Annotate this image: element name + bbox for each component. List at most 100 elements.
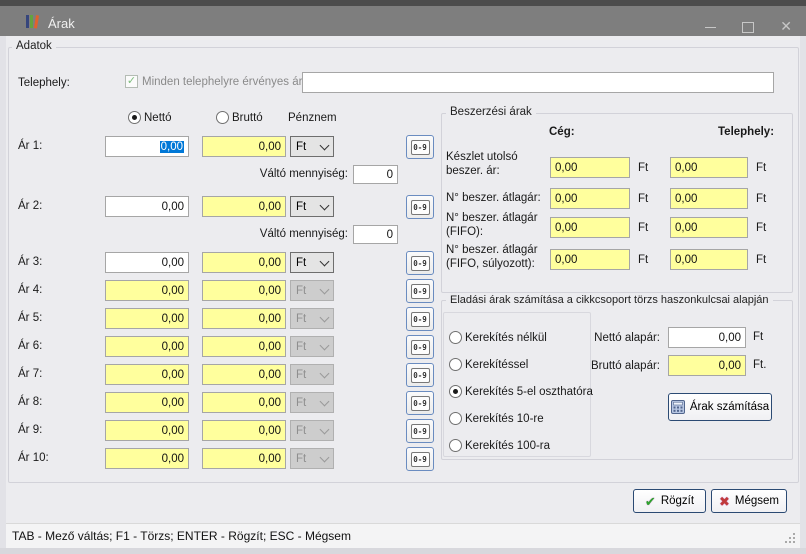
numpad-button[interactable]: 0-9	[406, 307, 434, 331]
cancel-button-label: Mégsem	[735, 495, 779, 507]
numpad-button[interactable]: 0-9	[406, 279, 434, 303]
status-bar-text: TAB - Mező váltás; F1 - Törzs; ENTER - R…	[12, 529, 351, 543]
numpad-button[interactable]: 0-9	[406, 363, 434, 387]
rounding-option-label: Kerekítés nélkül	[465, 332, 547, 345]
calc-prices-button[interactable]: Árak számítása	[668, 393, 772, 421]
numpad-button[interactable]: 0-9	[406, 195, 434, 219]
numpad-button[interactable]: 0-9	[406, 391, 434, 415]
site-price-input[interactable]: 0,00	[670, 217, 748, 238]
currency-unit-label: Ft	[638, 162, 648, 175]
numpad-button[interactable]: 0-9	[406, 447, 434, 471]
numpad-button[interactable]: 0-9	[406, 251, 434, 275]
brutto-price-input[interactable]: 0,00	[202, 252, 286, 273]
numpad-button[interactable]: 0-9	[406, 335, 434, 359]
site-price-input[interactable]: 0,00	[670, 188, 748, 209]
purchase-price-row-label: N° beszer. átlagár:	[446, 191, 548, 205]
currency-select: Ft	[290, 308, 334, 329]
minimize-button[interactable]	[705, 27, 716, 28]
price-row-label: Ár 4:	[18, 284, 42, 297]
netto-price-input[interactable]: 0,00	[105, 280, 189, 301]
brutto-alapar-label: Bruttó alapár:	[566, 360, 660, 373]
netto-radio-label: Nettó	[144, 112, 172, 125]
all-sites-checkbox: ✓	[125, 75, 138, 88]
brutto-radio[interactable]	[216, 111, 229, 124]
numpad-icon: 0-9	[411, 452, 430, 467]
company-price-input[interactable]: 0,00	[550, 217, 630, 238]
cancel-button[interactable]: ✖ Mégsem	[711, 489, 787, 513]
close-button[interactable]: ✕	[780, 18, 792, 36]
rounding-option-label: Kerekítés 5-el oszthatóra	[465, 386, 593, 399]
netto-price-input[interactable]: 0,00	[105, 420, 189, 441]
price-row-label: Ár 7:	[18, 368, 42, 381]
brutto-price-input[interactable]: 0,00	[202, 196, 286, 217]
exchange-qty-input[interactable]: 0	[353, 225, 398, 244]
maximize-button[interactable]	[742, 22, 754, 33]
numpad-button[interactable]: 0-9	[406, 135, 434, 159]
rounding-option-radio[interactable]	[449, 358, 462, 371]
brutto-alapar-input[interactable]: 0,00	[668, 355, 746, 376]
exchange-qty-input[interactable]: 0	[353, 165, 398, 184]
brutto-price-input[interactable]: 0,00	[202, 364, 286, 385]
app-icon	[26, 14, 42, 28]
chevron-down-icon	[320, 256, 330, 266]
currency-select[interactable]: Ft	[290, 196, 334, 217]
adatok-group-title: Adatok	[12, 40, 56, 53]
brutto-price-input[interactable]: 0,00	[202, 136, 286, 157]
netto-price-input[interactable]: 0,00	[105, 136, 189, 157]
brutto-price-input[interactable]: 0,00	[202, 308, 286, 329]
company-price-input[interactable]: 0,00	[550, 249, 630, 270]
window-bottom-frame	[0, 548, 806, 554]
site-price-input[interactable]: 0,00	[670, 157, 748, 178]
netto-radio[interactable]	[128, 111, 141, 124]
numpad-icon: 0-9	[411, 368, 430, 383]
currency-unit-label: Ft	[756, 162, 766, 175]
brutto-price-input[interactable]: 0,00	[202, 420, 286, 441]
numpad-icon: 0-9	[411, 256, 430, 271]
netto-price-input[interactable]: 0,00	[105, 448, 189, 469]
rounding-option-label: Kerekítés 10-re	[465, 413, 544, 426]
site-price-input[interactable]: 0,00	[670, 249, 748, 270]
netto-price-input[interactable]: 0,00	[105, 336, 189, 357]
netto-price-input[interactable]: 0,00	[105, 308, 189, 329]
netto-alapar-input[interactable]: 0,00	[668, 327, 746, 348]
brutto-price-input[interactable]: 0,00	[202, 336, 286, 357]
price-row-label: Ár 9:	[18, 424, 42, 437]
beszerzesi-group-title: Beszerzési árak	[446, 106, 536, 119]
chevron-down-icon	[320, 424, 330, 434]
numpad-icon: 0-9	[411, 396, 430, 411]
netto-price-input[interactable]: 0,00	[105, 196, 189, 217]
currency-unit-label: Ft	[756, 193, 766, 206]
rounding-option-label: Kerekítés 100-ra	[465, 440, 550, 453]
numpad-icon: 0-9	[411, 312, 430, 327]
currency-select[interactable]: Ft	[290, 136, 334, 157]
rounding-option-radio[interactable]	[449, 385, 462, 398]
resize-grip[interactable]	[785, 533, 796, 544]
price-row-label: Ár 6:	[18, 340, 42, 353]
site-name-input[interactable]	[302, 72, 774, 93]
window-title: Árak	[48, 16, 75, 31]
netto-price-input[interactable]: 0,00	[105, 364, 189, 385]
price-row-label: Ár 1:	[18, 140, 42, 153]
col-header-ceg: Cég:	[549, 126, 575, 139]
brutto-price-input[interactable]: 0,00	[202, 280, 286, 301]
netto-price-input[interactable]: 0,00	[105, 252, 189, 273]
netto-price-input[interactable]: 0,00	[105, 392, 189, 413]
rounding-option-radio[interactable]	[449, 331, 462, 344]
company-price-input[interactable]: 0,00	[550, 188, 630, 209]
all-sites-checkbox-label: Minden telephelyre érvényes ár	[142, 76, 302, 89]
numpad-icon: 0-9	[411, 200, 430, 215]
purchase-price-row-label: Készlet utolsó beszer. ár:	[446, 150, 548, 178]
numpad-icon: 0-9	[411, 424, 430, 439]
save-button[interactable]: ✔ Rögzít	[633, 489, 706, 513]
brutto-alapar-unit: Ft.	[753, 359, 766, 372]
currency-select: Ft	[290, 280, 334, 301]
x-icon: ✖	[719, 495, 730, 508]
telephely-label: Telephely:	[18, 77, 70, 90]
numpad-button[interactable]: 0-9	[406, 419, 434, 443]
rounding-option-radio[interactable]	[449, 412, 462, 425]
company-price-input[interactable]: 0,00	[550, 157, 630, 178]
brutto-price-input[interactable]: 0,00	[202, 448, 286, 469]
rounding-option-radio[interactable]	[449, 439, 462, 452]
brutto-price-input[interactable]: 0,00	[202, 392, 286, 413]
currency-select[interactable]: Ft	[290, 252, 334, 273]
